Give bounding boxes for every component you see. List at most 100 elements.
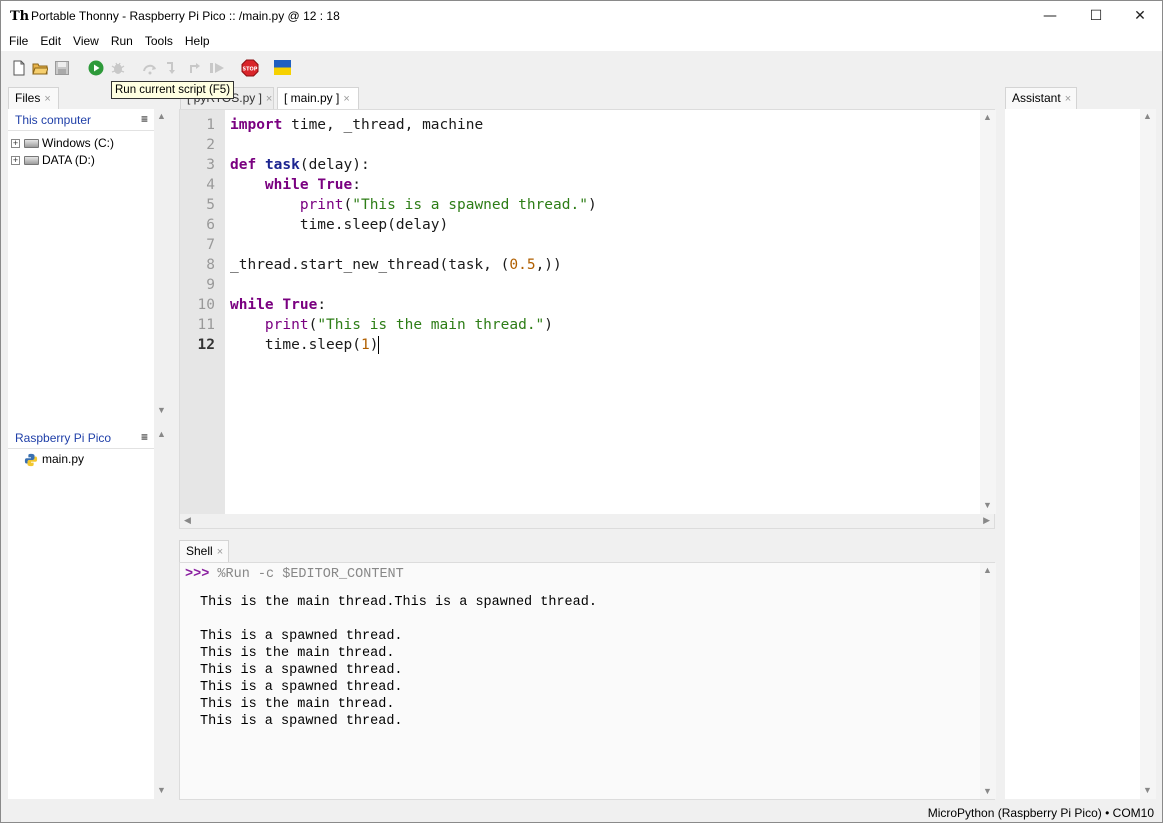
- line-number-gutter: 1 2 3 4 5 6 7 8 9 10 11 12: [180, 110, 225, 514]
- scroll-left-icon[interactable]: ◀: [184, 515, 191, 526]
- minimize-button[interactable]: —: [1027, 1, 1073, 31]
- expand-icon[interactable]: +: [11, 156, 20, 166]
- close-icon[interactable]: ×: [1065, 93, 1071, 105]
- menu-run[interactable]: Run: [105, 31, 139, 51]
- run-icon[interactable]: [88, 60, 104, 76]
- port-label: COM10: [1112, 806, 1154, 820]
- line-number: 6: [206, 217, 215, 233]
- menu-file[interactable]: File: [3, 31, 34, 51]
- line-number: 5: [206, 197, 215, 213]
- tab-assistant[interactable]: Assistant ×: [1005, 87, 1077, 109]
- expand-icon[interactable]: +: [11, 139, 20, 149]
- step-over-icon[interactable]: [142, 60, 158, 76]
- files-tab-label: Files: [15, 91, 41, 105]
- code-line: def task(delay):: [230, 157, 370, 173]
- menu-edit[interactable]: Edit: [34, 31, 67, 51]
- code-line: time.sleep(delay): [230, 217, 449, 233]
- scroll-down-icon[interactable]: ▼: [1143, 785, 1152, 795]
- step-out-icon[interactable]: [187, 60, 203, 76]
- code-content[interactable]: import time, _thread, machine def task(d…: [230, 115, 597, 355]
- window-title: Portable Thonny - Raspberry Pi Pico :: /…: [31, 9, 340, 23]
- scroll-down-icon[interactable]: ▼: [157, 405, 166, 415]
- line-number-current: 12: [197, 337, 215, 353]
- drive-icon: [24, 156, 39, 166]
- scroll-down-icon[interactable]: ▼: [157, 785, 166, 795]
- close-icon[interactable]: ×: [217, 546, 223, 558]
- python-file-icon: [24, 453, 38, 466]
- menu-bar: File Edit View Run Tools Help: [1, 31, 1162, 51]
- code-editor[interactable]: 1 2 3 4 5 6 7 8 9 10 11 12 import time, …: [179, 109, 996, 529]
- open-folder-icon[interactable]: [32, 60, 48, 76]
- tree-item-data[interactable]: + DATA (D:): [8, 152, 95, 169]
- stop-icon[interactable]: STOP: [241, 59, 259, 77]
- line-number: 2: [206, 137, 215, 153]
- step-into-icon[interactable]: [164, 60, 180, 76]
- line-number: 11: [197, 317, 215, 333]
- code-line: _thread.start_new_thread(task, (0.5,)): [230, 257, 562, 273]
- file-item-main[interactable]: main.py: [24, 451, 84, 468]
- scroll-up-icon[interactable]: ▲: [157, 111, 166, 121]
- shell-output-line: This is a spawned thread.: [200, 629, 403, 644]
- shell-output-line: This is a spawned thread.: [200, 680, 403, 695]
- line-number: 10: [197, 297, 215, 313]
- toolbar: STOP: [1, 53, 1162, 83]
- menu-help[interactable]: Help: [179, 31, 216, 51]
- files-scrollbar[interactable]: ▲ ▼: [154, 109, 170, 419]
- scroll-up-icon[interactable]: ▲: [157, 429, 166, 439]
- line-number: 1: [206, 117, 215, 133]
- menu-tools[interactable]: Tools: [139, 31, 179, 51]
- line-number: 9: [206, 277, 215, 293]
- tab-files[interactable]: Files ×: [8, 87, 59, 109]
- this-computer-label: This computer: [15, 113, 92, 127]
- panel-menu-icon[interactable]: ≡: [141, 430, 148, 444]
- shell-output-line: [200, 611, 597, 628]
- title-bar: Th Portable Thonny - Raspberry Pi Pico :…: [1, 1, 1162, 31]
- code-line: time.sleep(1): [230, 336, 380, 354]
- run-tooltip: Run current script (F5): [111, 81, 235, 99]
- assistant-tab-label: Assistant: [1012, 91, 1061, 105]
- editor-vscrollbar[interactable]: ▲ ▼: [980, 110, 996, 514]
- close-icon[interactable]: ×: [44, 93, 50, 105]
- file-label: main.py: [42, 452, 85, 466]
- scroll-right-icon[interactable]: ▶: [983, 515, 990, 526]
- line-number: 4: [206, 177, 215, 193]
- device-scrollbar[interactable]: ▲ ▼: [154, 427, 170, 799]
- close-button[interactable]: ✕: [1117, 1, 1163, 31]
- close-icon[interactable]: ×: [343, 93, 349, 105]
- scroll-up-icon[interactable]: ▲: [983, 112, 992, 122]
- scroll-up-icon[interactable]: ▲: [983, 565, 992, 575]
- shell-scrollbar[interactable]: ▲ ▼: [980, 563, 996, 799]
- editor-hscrollbar[interactable]: ◀ ▶: [180, 514, 994, 528]
- menu-view[interactable]: View: [67, 31, 105, 51]
- scroll-down-icon[interactable]: ▼: [983, 786, 992, 796]
- new-file-icon[interactable]: [11, 60, 27, 76]
- thonny-window: Th Portable Thonny - Raspberry Pi Pico :…: [0, 0, 1163, 823]
- ukraine-flag-icon[interactable]: [274, 60, 291, 75]
- assistant-panel: ▲ ▼: [1005, 109, 1156, 799]
- scroll-down-icon[interactable]: ▼: [983, 500, 992, 510]
- resume-icon[interactable]: [209, 60, 225, 76]
- close-icon[interactable]: ×: [266, 93, 272, 105]
- shell-console[interactable]: >>> %Run -c $EDITOR_CONTENT This is the …: [179, 562, 996, 800]
- interpreter-label: MicroPython (Raspberry Pi Pico): [927, 806, 1102, 820]
- panel-menu-icon[interactable]: ≡: [141, 112, 148, 126]
- maximize-button[interactable]: ☐: [1073, 1, 1119, 31]
- status-bar: MicroPython (Raspberry Pi Pico) • COM10: [1, 802, 1162, 822]
- code-line: print("This is the main thread."): [264, 317, 554, 333]
- tab-shell[interactable]: Shell ×: [179, 540, 229, 562]
- tab-main[interactable]: [ main.py ] ×: [277, 87, 359, 109]
- drive-icon: [24, 139, 39, 149]
- shell-output-line: This is the main thread.: [200, 697, 395, 712]
- shell-output: >>> %Run -c $EDITOR_CONTENT This is the …: [185, 566, 597, 730]
- files-panel: This computer ≡ + Windows (C:) + DATA (D:)…: [8, 109, 154, 799]
- status-interpreter[interactable]: MicroPython (Raspberry Pi Pico) • COM10: [928, 806, 1154, 820]
- debug-icon[interactable]: [110, 60, 126, 76]
- assistant-scrollbar[interactable]: ▲ ▼: [1140, 109, 1156, 799]
- drive-label: Windows (C:): [42, 136, 115, 150]
- scroll-up-icon[interactable]: ▲: [1143, 111, 1152, 121]
- shell-prompt: >>>: [185, 567, 210, 582]
- save-icon[interactable]: [54, 60, 70, 76]
- shell-output-lines: This is the main thread. This is a spawne…: [185, 594, 597, 730]
- tree-item-windows[interactable]: + Windows (C:): [8, 135, 114, 152]
